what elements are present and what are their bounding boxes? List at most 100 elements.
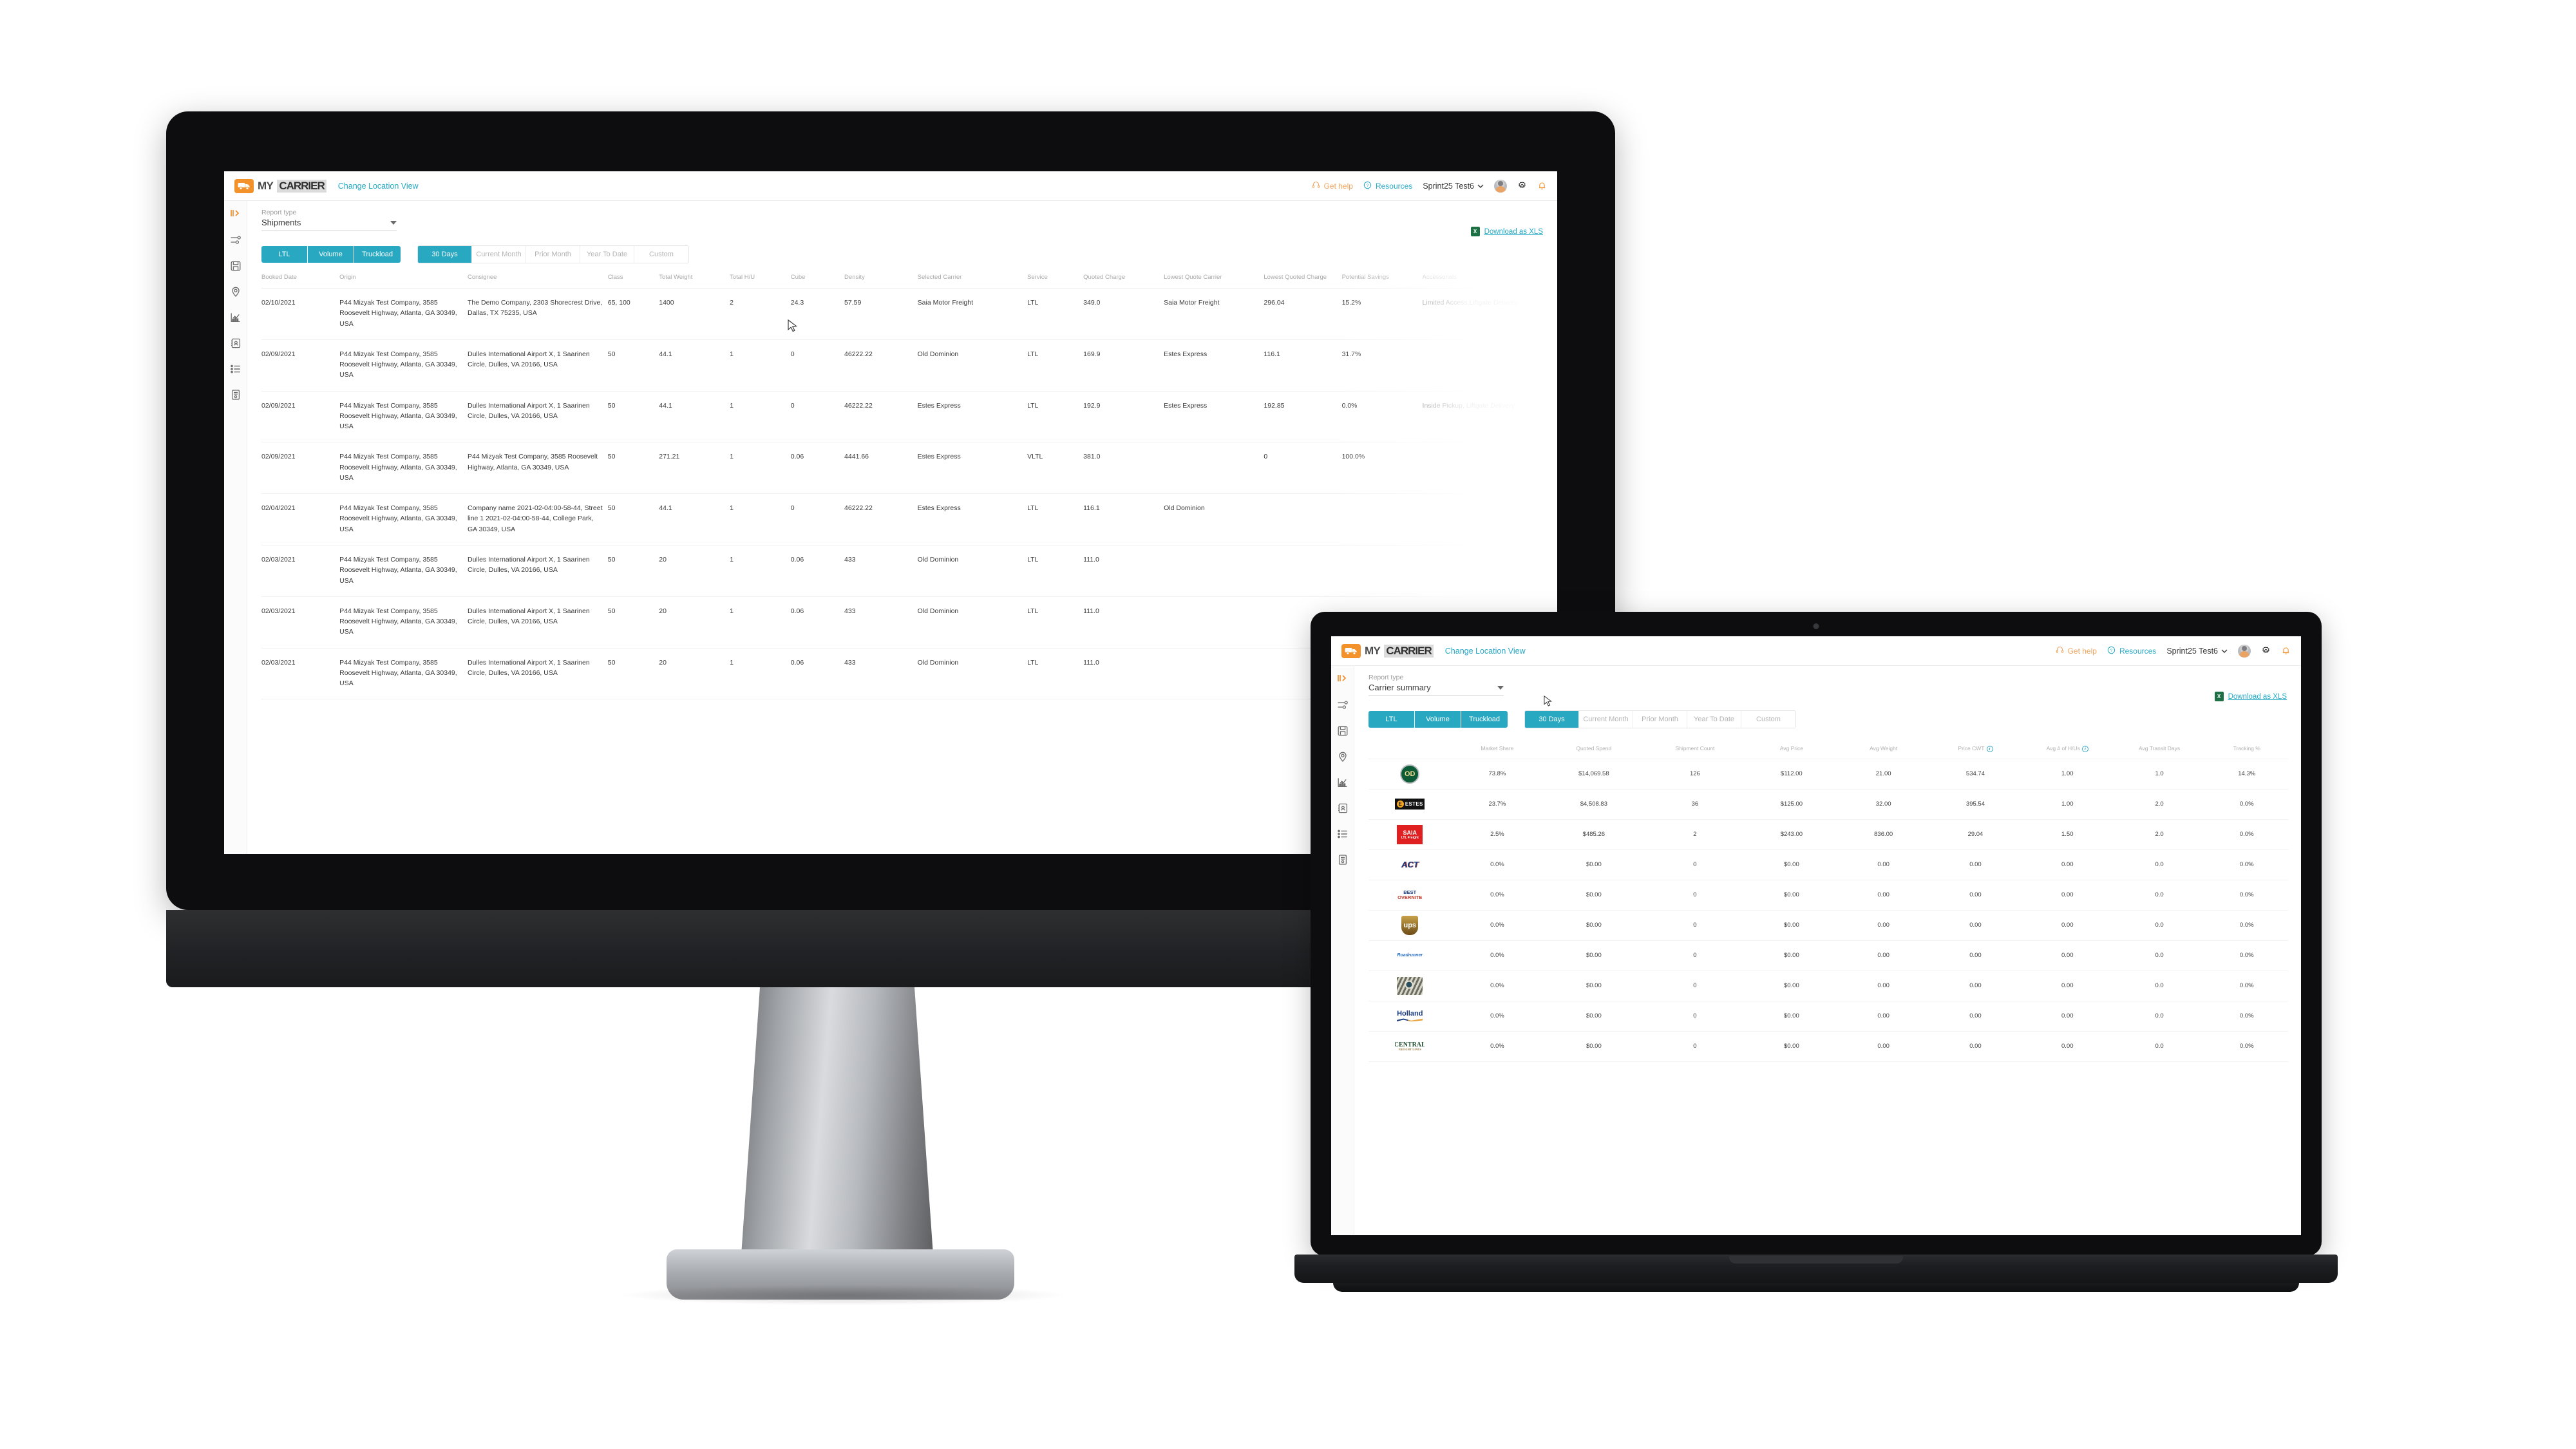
location-pin-icon[interactable] (230, 286, 242, 298)
info-icon[interactable]: i (1986, 745, 1993, 752)
desktop-mode-tab-truckload[interactable]: Truckload (354, 246, 401, 263)
list-icon[interactable] (1337, 828, 1349, 840)
avatar[interactable] (2238, 644, 2251, 658)
change-location-view-link[interactable]: Change Location View (338, 182, 419, 191)
table-row[interactable]: 02/10/2021 P44 Mizyak Test Company, 3585 … (261, 289, 1544, 340)
column-header-carrier-logo[interactable] (1368, 745, 1452, 759)
list-icon[interactable] (230, 363, 242, 375)
user-menu[interactable]: Sprint25 Test6 (2166, 647, 2228, 656)
address-book-icon[interactable] (1337, 802, 1349, 814)
report-type-select[interactable]: Shipments (261, 218, 397, 231)
table-row[interactable]: 02/03/2021 P44 Mizyak Test Company, 3585 … (261, 545, 1544, 597)
table-row[interactable]: 02/04/2021 P44 Mizyak Test Company, 3585 … (261, 494, 1544, 545)
laptop-mode-tab-ltl[interactable]: LTL (1368, 711, 1415, 728)
desktop-mode-tab-ltl[interactable]: LTL (261, 246, 308, 263)
document-icon[interactable] (1337, 854, 1349, 866)
cell-consignee: Dulles International Airport X, 1 Saarin… (467, 658, 590, 677)
save-disk-icon[interactable] (1337, 725, 1349, 737)
column-header-quoted-charge[interactable]: Quoted Charge (1083, 274, 1164, 289)
table-row[interactable]: ups 0.0% $0.00 0 $0.00 0.00 0.00 0.00 0.0 0.0% (1368, 910, 2288, 941)
table-row[interactable]: 02/09/2021 P44 Mizyak Test Company, 3585 … (261, 442, 1544, 494)
column-header-tracking[interactable]: Tracking % (2205, 745, 2288, 759)
gear-icon[interactable] (2261, 646, 2271, 656)
laptop-range-tab-current-month[interactable]: Current Month (1579, 711, 1633, 728)
download-xls-button[interactable]: X Download as XLS (2214, 692, 2287, 701)
column-header-total-weight[interactable]: Total Weight (659, 274, 730, 289)
brand-logo[interactable]: MY CARRIER (1341, 643, 1434, 658)
laptop-range-tab-custom[interactable]: Custom (1741, 711, 1795, 728)
resources-button[interactable]: ? Resources (2107, 646, 2156, 656)
analytics-chart-icon[interactable] (1337, 777, 1349, 788)
column-header-market-share[interactable]: Market Share (1452, 745, 1544, 759)
location-pin-icon[interactable] (1337, 751, 1349, 762)
desktop-range-tab-year-to-date[interactable]: Year To Date (580, 246, 634, 263)
column-header-lowest-quoted-charge[interactable]: Lowest Quoted Charge (1264, 274, 1341, 289)
download-xls-button[interactable]: X Download as XLS (1470, 227, 1543, 236)
column-header-avg-of-h-us[interactable]: Avg # of H/Us i (2022, 745, 2114, 759)
column-header-potential-savings[interactable]: Potential Savings (1342, 274, 1423, 289)
filters-sliders-icon[interactable] (1337, 699, 1349, 711)
desktop-mode-tab-volume[interactable]: Volume (308, 246, 354, 263)
column-header-avg-transit-days[interactable]: Avg Transit Days (2114, 745, 2206, 759)
column-header-origin[interactable]: Origin (339, 274, 468, 289)
table-row[interactable]: Holland 0.0% $0.00 0 $0.00 0.00 0.00 0.00 0.0 0.0… (1368, 1001, 2288, 1032)
table-row[interactable]: 02/09/2021 P44 Mizyak Test Company, 3585 … (261, 339, 1544, 392)
bell-icon[interactable] (2281, 646, 2291, 656)
table-row[interactable]: E ESTES 23.7% $4,508.83 36 $125.00 32.00 395.54… (1368, 789, 2288, 820)
filters-sliders-icon[interactable] (230, 234, 242, 246)
column-header-selected-carrier[interactable]: Selected Carrier (918, 274, 1027, 289)
get-help-button[interactable]: Get help (2056, 646, 2097, 656)
gear-icon[interactable] (1517, 181, 1527, 191)
expand-panel-icon[interactable] (230, 209, 242, 220)
info-icon[interactable]: i (2081, 745, 2088, 752)
column-header-price-cwt[interactable]: Price CWT i (1929, 745, 2022, 759)
document-icon[interactable] (230, 389, 242, 401)
cell-lowest-quoted-charge: 192.85 (1264, 401, 1285, 410)
save-disk-icon[interactable] (230, 260, 242, 272)
get-help-button[interactable]: Get help (1312, 181, 1353, 191)
desktop-range-tab-prior-month[interactable]: Prior Month (526, 246, 580, 263)
desktop-range-tab-current-month[interactable]: Current Month (472, 246, 526, 263)
column-header-avg-price[interactable]: Avg Price (1745, 745, 1837, 759)
laptop-range-tab-prior-month[interactable]: Prior Month (1633, 711, 1687, 728)
cell-density: 433 (844, 607, 856, 615)
table-row[interactable]: BEST OVERNITE 0.0% $0.00 0 $0.00 0.00 0.00 0.00 0… (1368, 880, 2288, 911)
table-row[interactable]: Roadrunner 0.0% $0.00 0 $0.00 0.00 0.00 0.00 0.0… (1368, 940, 2288, 971)
resources-button[interactable]: ? Resources (1363, 181, 1412, 191)
laptop-range-tab-year-to-date[interactable]: Year To Date (1687, 711, 1741, 728)
column-header-lowest-quote-carrier[interactable]: Lowest Quote Carrier (1164, 274, 1264, 289)
address-book-icon[interactable] (230, 337, 242, 349)
laptop-mode-tab-volume[interactable]: Volume (1415, 711, 1461, 728)
analytics-chart-icon[interactable] (230, 312, 242, 323)
column-header-shipment-count[interactable]: Shipment Count (1644, 745, 1745, 759)
cell-service: LTL (1027, 555, 1039, 564)
column-header-consignee[interactable]: Consignee (468, 274, 608, 289)
desktop-range-tab-custom[interactable]: Custom (634, 246, 688, 263)
column-header-class[interactable]: Class (608, 274, 659, 289)
report-type-select[interactable]: Carrier summary (1368, 683, 1504, 696)
table-row[interactable]: OD 73.8% $14,069.58 126 $112.00 21.00 534.74 1.… (1368, 759, 2288, 790)
column-header-accessorials[interactable]: Accessorials (1423, 274, 1544, 289)
column-header-cube[interactable]: Cube (791, 274, 844, 289)
column-header-service[interactable]: Service (1027, 274, 1083, 289)
brand-logo[interactable]: MY CARRIER (234, 178, 327, 193)
table-row[interactable]: 0.0% $0.00 0 $0.00 0.00 0.00 0.00 0.0 0.0% (1368, 971, 2288, 1001)
avatar[interactable] (1494, 179, 1507, 193)
laptop-mode-tab-truckload[interactable]: Truckload (1461, 711, 1508, 728)
desktop-range-tab-30-days[interactable]: 30 Days (418, 246, 472, 263)
column-header-total-h-u[interactable]: Total H/U (730, 274, 791, 289)
column-header-booked-date[interactable]: Booked Date (261, 274, 339, 289)
table-row[interactable]: CENTRAL FREIGHT LINES 0.0% $0.00 0 $0.00 0.00 0… (1368, 1031, 2288, 1062)
cell-service: VLTL (1027, 453, 1043, 461)
bell-icon[interactable] (1537, 181, 1547, 191)
user-menu[interactable]: Sprint25 Test6 (1423, 182, 1484, 191)
change-location-view-link[interactable]: Change Location View (1445, 647, 1526, 656)
laptop-range-tab-30-days[interactable]: 30 Days (1525, 711, 1579, 728)
table-row[interactable]: SAIA LTL Freight 2.5% $485.26 2 $243.00 836.00… (1368, 819, 2288, 850)
table-row[interactable]: 02/09/2021 P44 Mizyak Test Company, 3585 … (261, 391, 1544, 442)
table-row[interactable]: ACT 0.0% $0.00 0 $0.00 0.00 0.00 0.00 0.0 0.0% (1368, 849, 2288, 880)
expand-panel-icon[interactable] (1337, 674, 1349, 685)
column-header-quoted-spend[interactable]: Quoted Spend (1543, 745, 1644, 759)
column-header-density[interactable]: Density (844, 274, 918, 289)
column-header-avg-weight[interactable]: Avg Weight (1837, 745, 1929, 759)
